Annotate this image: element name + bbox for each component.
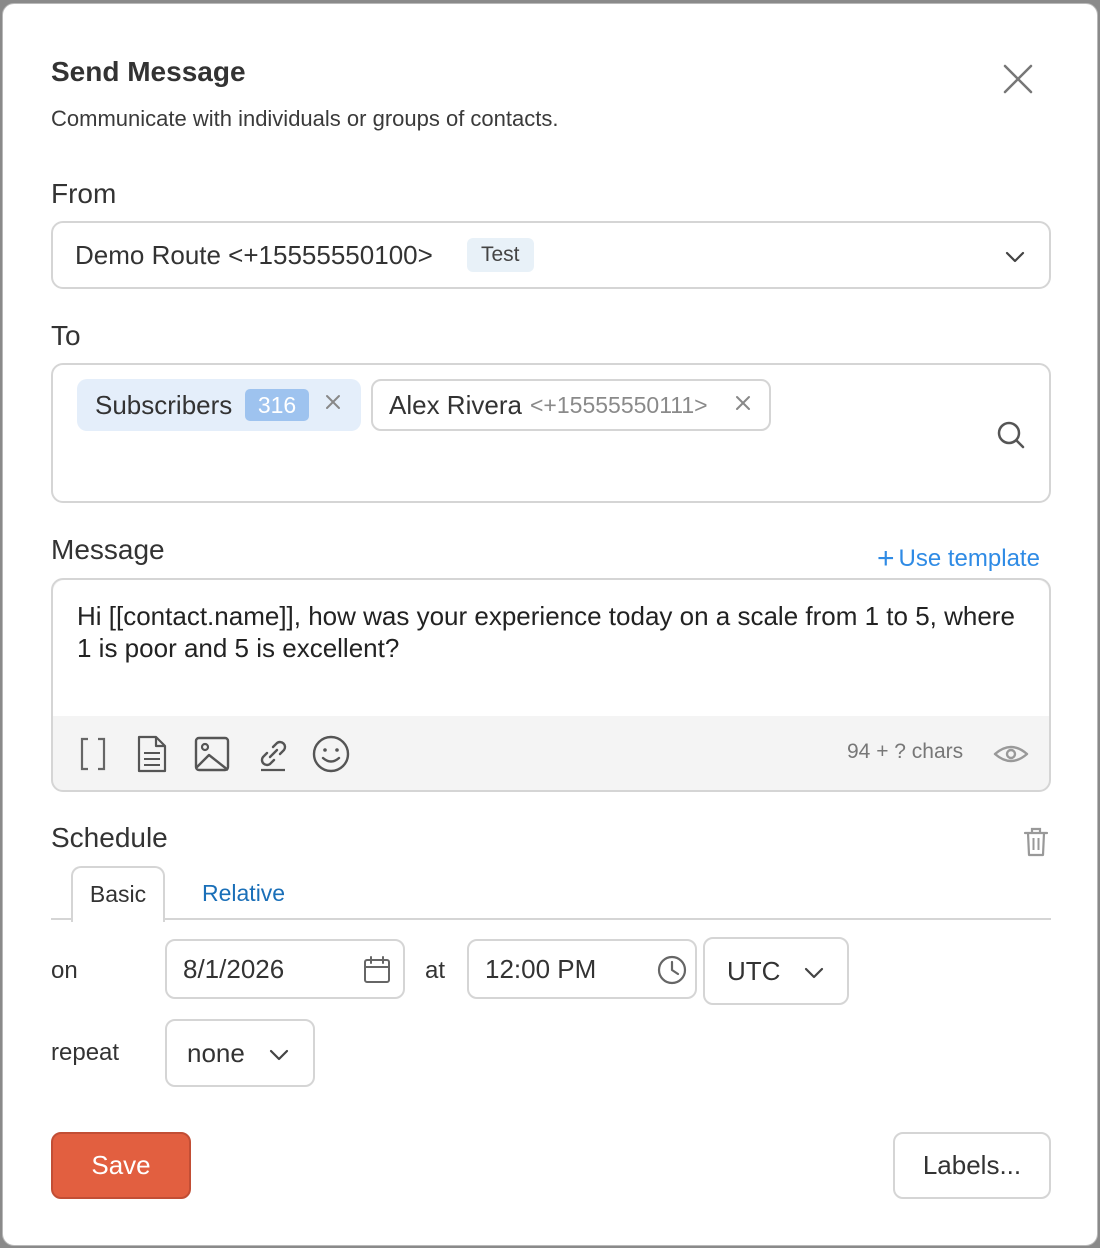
use-template-link[interactable]: + Use template: [877, 542, 1040, 576]
use-template-label: Use template: [898, 545, 1040, 572]
recipient-chip-contact[interactable]: Alex Rivera <+15555550111>: [371, 379, 771, 431]
timezone-select[interactable]: UTC: [703, 937, 849, 1005]
link-icon[interactable]: [255, 734, 291, 774]
from-select[interactable]: Demo Route <+15555550100> Test: [51, 221, 1051, 289]
calendar-icon[interactable]: [363, 956, 391, 984]
date-value: 8/1/2026: [183, 954, 285, 984]
time-input[interactable]: 12:00 PM: [467, 939, 697, 999]
test-badge: Test: [467, 238, 534, 272]
date-input[interactable]: 8/1/2026: [165, 939, 405, 999]
message-textarea[interactable]: Hi [[contact.name]], how was your experi…: [53, 580, 1049, 716]
plus-icon: +: [877, 542, 895, 575]
remove-chip-icon[interactable]: [735, 395, 751, 411]
chevron-down-icon: [269, 1049, 289, 1061]
contact-phone: <+15555550111>: [530, 392, 708, 418]
chevron-down-icon: [804, 967, 824, 979]
from-label: From: [51, 178, 117, 209]
labels-button[interactable]: Labels...: [893, 1132, 1051, 1199]
from-value: Demo Route <+15555550100>: [75, 240, 433, 270]
repeat-select[interactable]: none: [165, 1019, 315, 1087]
tab-divider: [51, 918, 1051, 920]
group-name: Subscribers: [95, 390, 233, 420]
tab-relative[interactable]: Relative: [202, 880, 285, 907]
send-message-dialog: Send Message Communicate with individual…: [2, 3, 1098, 1246]
contact-name: Alex Rivera: [389, 390, 522, 420]
search-icon[interactable]: [996, 420, 1026, 450]
tab-basic[interactable]: Basic: [71, 866, 165, 922]
preview-eye-icon[interactable]: [993, 734, 1029, 774]
recipient-chip-group[interactable]: Subscribers 316: [77, 379, 361, 431]
close-icon[interactable]: [998, 59, 1038, 99]
document-icon[interactable]: [135, 734, 169, 774]
dialog-title: Send Message: [51, 56, 246, 87]
group-count-badge: 316: [245, 389, 309, 421]
repeat-value: none: [187, 1038, 245, 1068]
message-editor: Hi [[contact.name]], how was your experi…: [51, 578, 1051, 792]
character-count: 94 + ? chars: [847, 740, 964, 763]
time-value: 12:00 PM: [485, 954, 597, 984]
trash-icon[interactable]: [1022, 826, 1050, 858]
save-button[interactable]: Save: [51, 1132, 191, 1199]
image-icon[interactable]: [193, 734, 231, 774]
on-label: on: [51, 957, 78, 984]
dialog-subtitle: Communicate with individuals or groups o…: [51, 106, 559, 131]
chevron-down-icon: [1005, 251, 1025, 263]
timezone-value: UTC: [727, 956, 781, 986]
emoji-icon[interactable]: [311, 734, 351, 774]
at-label: at: [425, 957, 446, 984]
to-label: To: [51, 320, 81, 351]
schedule-label: Schedule: [51, 822, 168, 853]
recipients-field[interactable]: Subscribers 316 Alex Rivera <+1555555011…: [51, 363, 1051, 503]
repeat-label: repeat: [51, 1039, 120, 1066]
message-label: Message: [51, 534, 165, 565]
variable-brackets-icon[interactable]: [79, 734, 107, 774]
remove-chip-icon[interactable]: [325, 394, 341, 410]
clock-icon[interactable]: [657, 955, 687, 985]
